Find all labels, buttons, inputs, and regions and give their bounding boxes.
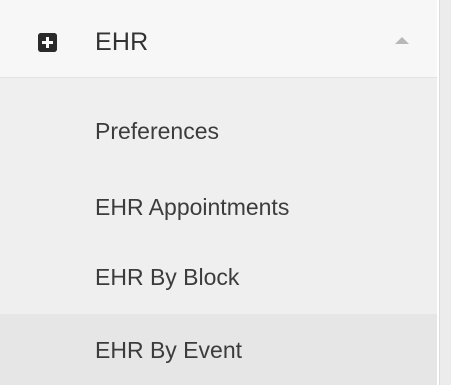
medical-cross-icon <box>38 33 57 52</box>
submenu-item-ehr-by-block[interactable]: EHR By Block <box>0 241 437 313</box>
ehr-group-header[interactable]: EHR <box>0 0 437 78</box>
submenu-item-label: Preferences <box>95 118 220 144</box>
caret-up-icon[interactable] <box>393 34 411 46</box>
scrollbar-thumb[interactable] <box>439 0 451 385</box>
group-label: EHR <box>95 28 149 56</box>
submenu-item-ehr-appointments[interactable]: EHR Appointments <box>0 171 437 243</box>
submenu-item-label: EHR By Block <box>95 264 240 290</box>
submenu-item-preferences[interactable]: Preferences <box>0 96 437 168</box>
submenu-item-ehr-by-event[interactable]: EHR By Event <box>0 314 437 385</box>
sidebar-menu: EHR Preferences EHR Appointments EHR By … <box>0 0 437 385</box>
ehr-submenu: Preferences EHR Appointments EHR By Bloc… <box>0 78 437 385</box>
submenu-item-label: EHR By Event <box>95 337 242 363</box>
submenu-item-label: EHR Appointments <box>95 194 290 220</box>
